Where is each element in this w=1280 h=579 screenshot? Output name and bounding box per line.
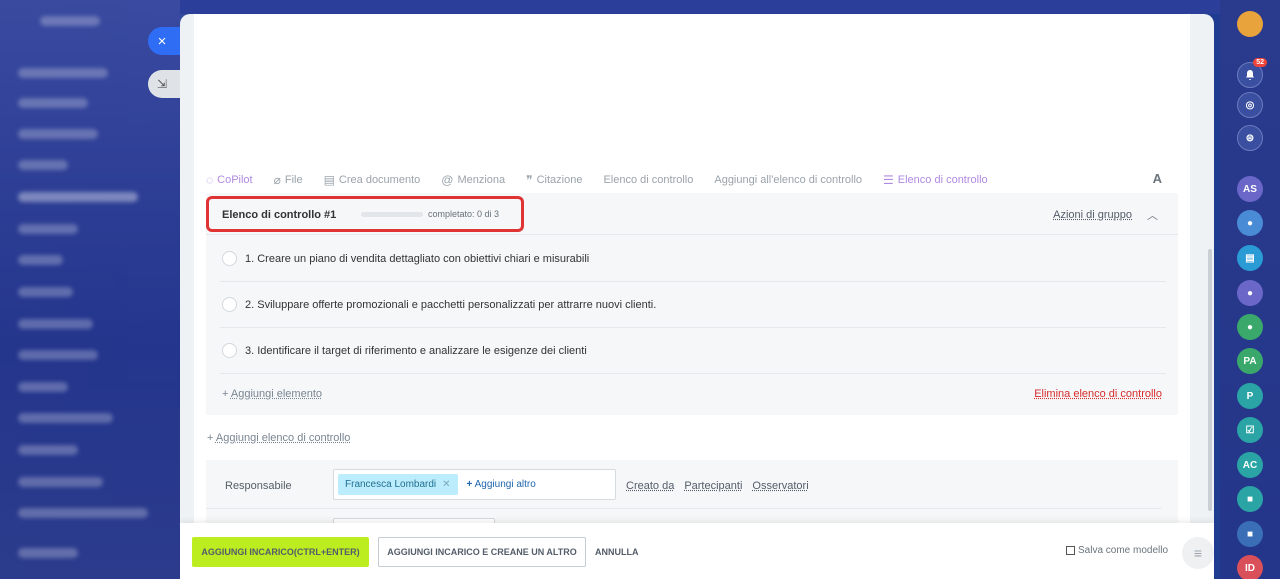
group-chat-icon[interactable]: ● <box>1237 280 1263 306</box>
add-checklist-link[interactable]: + Aggiungi elenco di controllo <box>207 432 350 444</box>
bg-sidebar-item <box>18 508 148 518</box>
group-chat-icon[interactable]: ● <box>1237 210 1263 236</box>
checklist-item[interactable]: 2. Sviluppare offerte promozionali e pac… <box>220 282 1166 328</box>
bg-sidebar-item <box>18 129 98 139</box>
minimize-icon: ⇲ <box>156 77 168 91</box>
video-icon[interactable]: ■ <box>1237 486 1263 512</box>
chevron-up-icon[interactable]: ︿ <box>1147 207 1158 223</box>
file-button[interactable]: ⌀ File <box>274 173 303 187</box>
close-icon: × <box>157 32 167 50</box>
minimize-slider-button[interactable]: ⇲ <box>148 70 180 98</box>
checklist-item-text[interactable]: 3. Identificare il target di riferimento… <box>245 345 587 357</box>
assignee-name: Francesca Lombardi <box>345 479 437 490</box>
checklist-item-checkbox[interactable] <box>222 251 237 266</box>
group-chat-icon[interactable]: ● <box>1237 314 1263 340</box>
at-icon: @ <box>441 173 454 187</box>
add-task-and-create-another-button[interactable]: AGGIUNGI INCARICO E CREANE UN ALTRO <box>378 537 586 567</box>
created-by-link[interactable]: Creato da <box>626 480 674 492</box>
add-task-button[interactable]: AGGIUNGI INCARICO(CTRL+ENTER) <box>192 537 369 567</box>
avatar-as[interactable]: AS <box>1237 176 1263 202</box>
bg-sidebar-item <box>18 477 103 487</box>
bg-sidebar-item <box>18 382 68 392</box>
avatar-ac[interactable]: AC <box>1237 452 1263 478</box>
chat-icon[interactable]: ▤ <box>1237 245 1263 271</box>
checklist-item[interactable]: 3. Identificare il target di riferimento… <box>220 328 1166 374</box>
spiral-icon[interactable]: ◎ <box>1237 92 1263 118</box>
assignee-tag[interactable]: Francesca Lombardi ✕ <box>338 474 458 495</box>
checklist-item-checkbox[interactable] <box>222 297 237 312</box>
copilot-icon: ◌ <box>206 173 214 187</box>
add-to-checklist-button[interactable]: Aggiungi all'elenco di controllo <box>714 174 862 186</box>
group-actions-link[interactable]: Azioni di gruppo <box>1053 209 1132 221</box>
delete-checklist-link[interactable]: Elimina elenco di controllo <box>1034 388 1162 400</box>
participants-link[interactable]: Partecipanti <box>684 480 742 492</box>
save-as-template-checkbox[interactable]: Salva come modello <box>1066 545 1168 556</box>
menu-icon[interactable]: ≡ <box>1182 537 1214 569</box>
observers-link[interactable]: Osservatori <box>752 480 808 492</box>
tasks-icon[interactable]: ☑ <box>1237 417 1263 443</box>
checklist-button[interactable]: Elenco di controllo <box>603 174 693 186</box>
search-chat-icon[interactable]: ⊜ <box>1237 125 1263 151</box>
bg-sidebar-item <box>40 16 100 26</box>
create-document-button[interactable]: ▤ Crea documento <box>324 173 421 187</box>
bg-sidebar-item <box>18 287 73 297</box>
bg-sidebar-item <box>18 350 98 360</box>
font-format-button[interactable]: A <box>1153 171 1162 186</box>
responsible-label: Responsabile <box>225 480 292 492</box>
checklist-item[interactable]: 1. Creare un piano di vendita dettagliat… <box>220 236 1166 282</box>
checklist-item-text[interactable]: 1. Creare un piano di vendita dettagliat… <box>245 253 589 265</box>
avatar-pa[interactable]: PA <box>1237 348 1263 374</box>
quote-icon: ❞ <box>526 173 533 187</box>
bg-sidebar-item <box>18 548 78 558</box>
bg-sidebar-item <box>18 160 68 170</box>
responsible-field[interactable]: Francesca Lombardi ✕ + Aggiungi altro <box>333 469 616 500</box>
bg-sidebar-item <box>18 255 63 265</box>
cancel-button[interactable]: ANNULLA <box>595 537 639 567</box>
document-icon: ▤ <box>323 173 335 187</box>
bg-sidebar-item <box>18 319 93 329</box>
paperclip-icon: ⌀ <box>273 173 281 187</box>
checklist-icon: ☰ <box>883 173 894 187</box>
add-item-link[interactable]: + Aggiungi elemento <box>222 388 322 400</box>
notification-badge: 52 <box>1253 58 1267 67</box>
bg-sidebar-item <box>18 98 88 108</box>
user-avatar[interactable] <box>1237 11 1263 37</box>
quote-button[interactable]: ❞ Citazione <box>526 173 582 187</box>
scrollbar[interactable] <box>1208 249 1212 511</box>
mention-button[interactable]: @ Menziona <box>441 173 505 187</box>
task-slider-panel: ◌ CoPilot ⌀ File ▤ Crea documento @ Menziona… <box>180 14 1214 579</box>
checklist-active-button[interactable]: ☰ Elenco di controllo <box>883 173 988 187</box>
footer-bar: AGGIUNGI INCARICO(CTRL+ENTER) AGGIUNGI I… <box>180 523 1214 579</box>
remove-assignee-icon[interactable]: ✕ <box>442 479 450 490</box>
video-icon[interactable]: ■ <box>1237 521 1263 547</box>
bell-icon[interactable]: 52 <box>1237 58 1267 88</box>
checklist-header: Elenco di controllo #1 completato: 0 di … <box>206 193 1178 235</box>
checklist-item-text[interactable]: 2. Sviluppare offerte promozionali e pac… <box>245 299 656 311</box>
checklist-block: Elenco di controllo #1 completato: 0 di … <box>206 193 1178 415</box>
bg-sidebar-item <box>18 68 108 78</box>
role-links: Creato da Partecipanti Osservatori <box>626 480 819 492</box>
background-header <box>180 0 1220 14</box>
avatar-p[interactable]: P <box>1237 383 1263 409</box>
editor-toolbar: ◌ CoPilot ⌀ File ▤ Crea documento @ Menziona… <box>206 171 1166 189</box>
copilot-button[interactable]: ◌ CoPilot <box>206 173 253 187</box>
add-more-link[interactable]: + Aggiungi altro <box>467 479 536 490</box>
right-rail: 52 ◎ ⊜ AS ● ▤ ● ● PA P ☑ AC ■ ■ ID <box>1220 0 1280 579</box>
close-slider-button[interactable]: × <box>148 27 180 55</box>
checklist-item-checkbox[interactable] <box>222 343 237 358</box>
divider <box>206 508 1161 509</box>
avatar-id[interactable]: ID <box>1237 555 1263 579</box>
highlight-box <box>206 196 524 232</box>
checkbox[interactable] <box>1066 546 1075 555</box>
bg-sidebar-item <box>18 445 78 455</box>
bg-sidebar-item <box>18 192 138 202</box>
bg-sidebar-item <box>18 224 78 234</box>
bg-sidebar-item <box>18 413 113 423</box>
